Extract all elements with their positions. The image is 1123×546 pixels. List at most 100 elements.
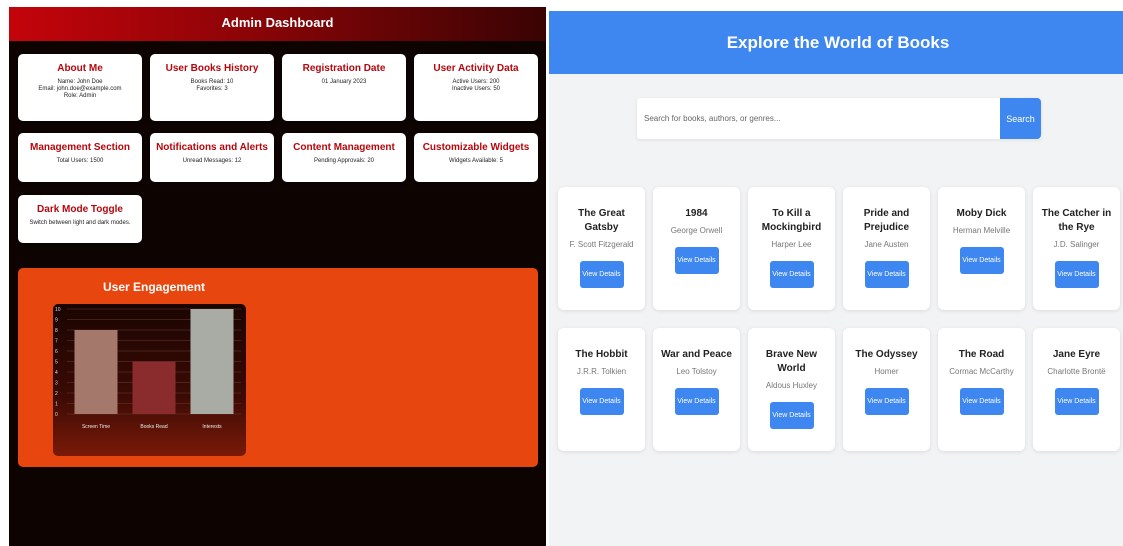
user-activity-data-card[interactable]: User Activity Data Active Users: 200 Ina… <box>414 54 538 121</box>
book-author: Charlotte Brontë <box>1047 367 1106 376</box>
user-engagement-title: User Engagement <box>103 280 206 294</box>
y-tick-label: 0 <box>55 412 58 418</box>
card-title: About Me <box>57 63 103 74</box>
view-details-button[interactable]: View Details <box>579 261 624 288</box>
card-title: Notifications and Alerts <box>156 142 268 153</box>
book-author: Harper Lee <box>771 240 812 249</box>
y-tick-label: 5 <box>55 360 58 366</box>
card-line: Name: John Doe <box>57 79 103 85</box>
user-books-history-card[interactable]: User Books History Books Read: 10 Favori… <box>150 54 274 121</box>
x-tick-label: Screen Time <box>82 424 110 430</box>
book-card: War and Peace Leo Tolstoy View Details <box>653 328 740 451</box>
view-details-button[interactable]: View Details <box>959 247 1004 274</box>
bar <box>190 309 234 414</box>
view-details-button[interactable]: View Details <box>1054 261 1099 288</box>
book-author: Homer <box>874 367 899 376</box>
engagement-bar-chart: 0 1 2 3 4 5 6 7 8 9 10 Screen Time Books Read Interes… <box>55 307 241 430</box>
book-title: 1984 <box>685 208 708 219</box>
book-title: To Kill a Mockingbird <box>761 208 822 233</box>
view-details-button[interactable]: View Details <box>674 388 719 415</box>
card-title: User Activity Data <box>433 63 519 74</box>
book-card: The Hobbit J.R.R. Tolkien View Details <box>558 328 645 451</box>
book-author: Herman Melville <box>952 226 1011 235</box>
book-author: Jane Austen <box>864 240 909 249</box>
card-line: Unread Messages: 12 <box>182 158 242 164</box>
book-title: The Catcher in the Rye <box>1041 208 1112 233</box>
admin-dashboard-title: Admin Dashboard <box>9 7 546 41</box>
card-line: Active Users: 200 <box>452 79 500 85</box>
card-title: Dark Mode Toggle <box>37 204 123 215</box>
view-details-button[interactable]: View Details <box>769 402 814 429</box>
registration-date-card[interactable]: Registration Date 01 January 2023 <box>282 54 406 121</box>
card-line: Books Read: 10 <box>190 79 234 85</box>
book-author: George Orwell <box>670 226 723 235</box>
book-card: The Great Gatsby F. Scott Fitzgerald View … <box>558 187 645 310</box>
book-author: Leo Tolstoy <box>676 367 717 376</box>
view-details-button[interactable]: View Details <box>674 247 719 274</box>
card-title: Customizable Widgets <box>422 142 530 153</box>
card-line: Role: Admin <box>63 93 97 99</box>
view-details-button[interactable]: View Details <box>959 388 1004 415</box>
bar <box>132 361 176 414</box>
book-card: 1984 George Orwell View Details <box>653 187 740 310</box>
search-input[interactable] <box>637 98 1000 139</box>
customizable-widgets-card[interactable]: Customizable Widgets Widgets Available: … <box>414 133 538 182</box>
search-bar: Search <box>637 98 1041 139</box>
y-tick-label: 1 <box>55 402 58 408</box>
dark-mode-toggle-card[interactable]: Dark Mode Toggle Switch between light an… <box>18 195 142 243</box>
x-tick-label: Books Read <box>140 424 167 430</box>
book-card: Moby Dick Herman Melville View Details <box>938 187 1025 310</box>
content-management-card[interactable]: Content Management Pending Approvals: 20 <box>282 133 406 182</box>
book-title: The Odyssey <box>855 349 918 360</box>
y-tick-label: 3 <box>55 381 58 387</box>
book-title: Brave New World <box>765 349 818 374</box>
card-line: Email: john.doe@example.com <box>38 86 122 92</box>
card-title: User Books History <box>165 63 259 74</box>
card-line: Inactive Users: 50 <box>451 86 501 92</box>
book-author: J.R.R. Tolkien <box>576 367 627 376</box>
y-tick-label: 2 <box>55 391 58 397</box>
x-tick-label: Interests <box>202 424 222 430</box>
card-line: Widgets Available: 5 <box>449 158 503 164</box>
book-title: The Great Gatsby <box>578 208 625 233</box>
card-line: Switch between light and dark modes. <box>29 220 131 226</box>
card-line: Total Users: 1500 <box>56 158 104 164</box>
search-button[interactable]: Search <box>1000 98 1041 139</box>
view-details-button[interactable]: View Details <box>864 261 909 288</box>
notifications-alerts-card[interactable]: Notifications and Alerts Unread Messages… <box>150 133 274 182</box>
y-tick-label: 9 <box>55 318 58 324</box>
book-card: To Kill a Mockingbird Harper Lee View Deta… <box>748 187 835 310</box>
y-tick-label: 8 <box>55 328 58 334</box>
book-title: Pride and Prejudice <box>863 208 910 233</box>
book-author: Aldous Huxley <box>765 381 818 390</box>
view-details-button[interactable]: View Details <box>864 388 909 415</box>
books-page-panel: Explore the World of Books Search The Gr… <box>549 11 1123 546</box>
y-tick-label: 10 <box>55 307 61 313</box>
book-title: Jane Eyre <box>1052 349 1101 360</box>
book-title: The Hobbit <box>575 349 628 360</box>
y-tick-label: 4 <box>55 370 58 376</box>
book-card: The Road Cormac McCarthy View Details <box>938 328 1025 451</box>
book-author: F. Scott Fitzgerald <box>569 240 634 249</box>
card-title: Registration Date <box>302 63 386 74</box>
y-tick-label: 6 <box>55 349 58 355</box>
card-title: Content Management <box>293 142 395 153</box>
book-author: Cormac McCarthy <box>949 367 1014 376</box>
y-tick-label: 7 <box>55 339 58 345</box>
book-card: The Odyssey Homer View Details <box>843 328 930 451</box>
book-card: Jane Eyre Charlotte Brontë View Details <box>1033 328 1120 451</box>
book-title: Moby Dick <box>956 208 1007 219</box>
view-details-button[interactable]: View Details <box>769 261 814 288</box>
view-details-button[interactable]: View Details <box>579 388 624 415</box>
about-me-card[interactable]: About Me Name: John Doe Email: john.doe@… <box>18 54 142 121</box>
card-title: Management Section <box>29 142 131 153</box>
card-line: Favorites: 3 <box>196 86 228 92</box>
book-title: War and Peace <box>661 349 732 360</box>
book-author: J.D. Salinger <box>1053 240 1100 249</box>
management-section-card[interactable]: Management Section Total Users: 1500 <box>18 133 142 182</box>
card-line: Pending Approvals: 20 <box>313 158 375 164</box>
book-card: Pride and Prejudice Jane Austen View Detai… <box>843 187 930 310</box>
view-details-button[interactable]: View Details <box>1054 388 1099 415</box>
books-page-title: Explore the World of Books <box>549 11 1123 74</box>
user-engagement-section: User Engagement 0 1 2 3 4 5 6 7 8 9 10 Screen Time B… <box>18 268 538 467</box>
